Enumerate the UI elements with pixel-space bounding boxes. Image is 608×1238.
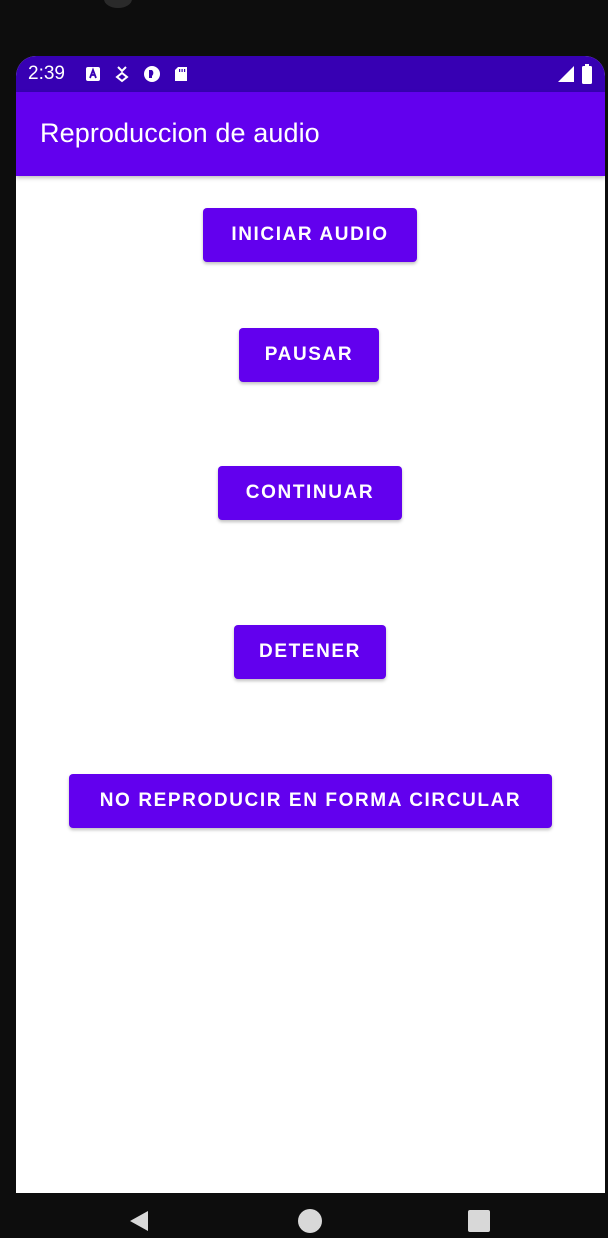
signal-icon: [557, 65, 575, 83]
circular-toggle-button[interactable]: NO REPRODUCIR EN FORMA CIRCULAR: [69, 774, 552, 828]
iniciar-audio-button[interactable]: INICIAR AUDIO: [203, 208, 417, 262]
status-right: [557, 64, 593, 84]
navigation-bar: [0, 1193, 608, 1238]
camera-icon: [104, 0, 132, 8]
continuar-button[interactable]: CONTINUAR: [218, 466, 402, 520]
detener-button[interactable]: DETENER: [234, 625, 386, 679]
status-time: 2:39: [28, 63, 65, 84]
download-icon: [114, 65, 130, 83]
app-title: Reproduccion de audio: [40, 118, 320, 148]
home-icon[interactable]: [298, 1209, 322, 1233]
recents-icon[interactable]: [468, 1210, 490, 1232]
circle-app-icon: [143, 65, 161, 83]
status-bar: 2:39: [16, 56, 605, 92]
sd-card-icon: [174, 66, 188, 82]
screen: 2:39 Reproduccion de audio INICIAR AUDIO…: [16, 56, 605, 1193]
back-icon[interactable]: [128, 1209, 150, 1238]
pausar-button[interactable]: PAUSAR: [239, 328, 379, 382]
app-bar: Reproduccion de audio: [16, 92, 605, 176]
text-a-icon: [85, 66, 101, 82]
battery-icon: [581, 64, 593, 84]
device-frame: 2:39 Reproduccion de audio INICIAR AUDIO…: [0, 0, 608, 1238]
